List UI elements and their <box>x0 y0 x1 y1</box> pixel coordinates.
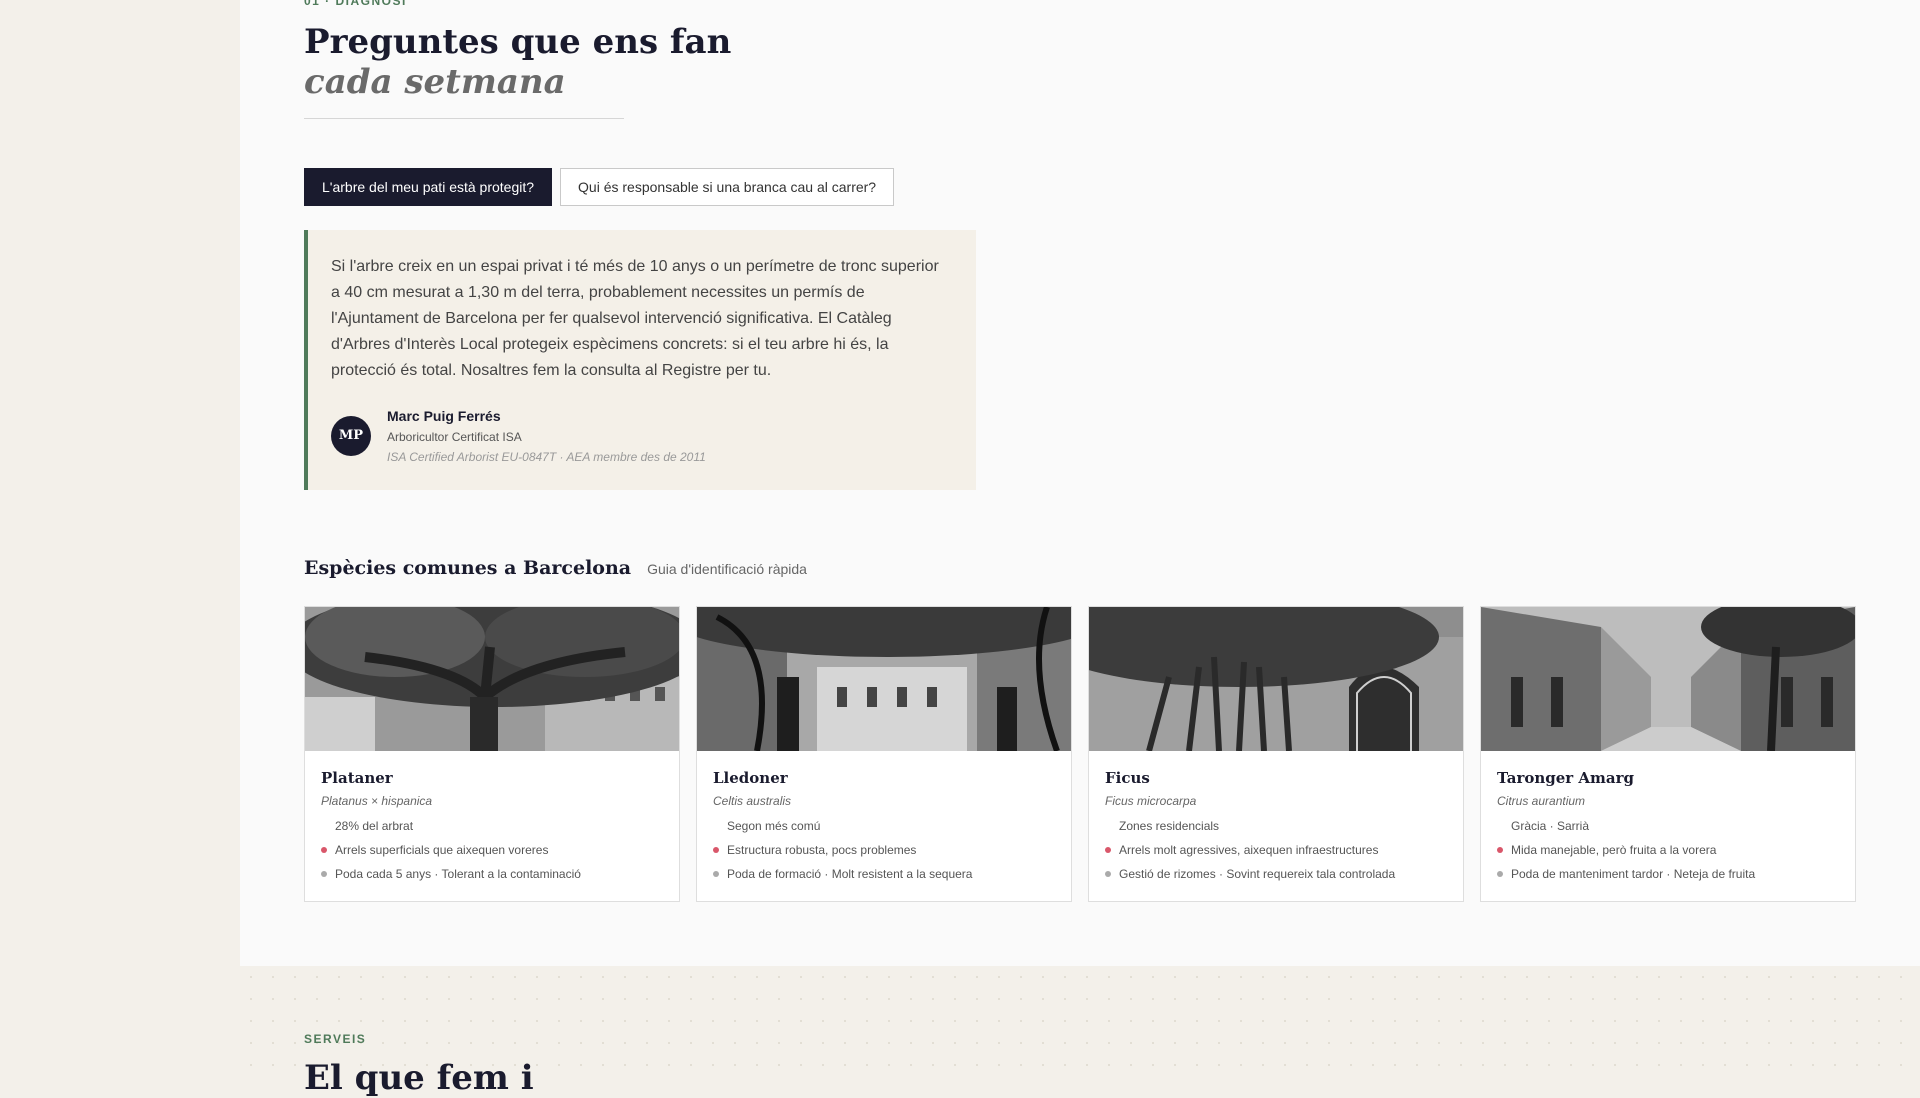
bullet-icon <box>1497 823 1503 829</box>
fact-text: Arrels molt agressives, aixequen infraes… <box>1119 843 1379 857</box>
tab-branch-responsibility[interactable]: Qui és responsable si una branca cau al … <box>560 168 895 206</box>
section-eyebrow: 01 · DIAGNOSI <box>304 0 407 8</box>
species-latin-name: Citrus aurantium <box>1497 794 1586 808</box>
answer-text: Si l'arbre creix en un espai privat i té… <box>331 258 939 379</box>
tab-tree-protected[interactable]: L'arbre del meu pati està protegit? <box>304 168 553 206</box>
services-eyebrow: SERVEIS <box>304 1032 367 1046</box>
species-photo <box>697 607 1071 751</box>
list-item: Arrels superficials que aixequen voreres <box>321 843 581 867</box>
species-photo <box>1089 607 1463 751</box>
species-latin-name: Platanus × hispanica <box>321 794 433 808</box>
services-title: El que fem i <box>304 1058 534 1098</box>
bullet-dot-icon <box>713 871 719 877</box>
species-latin-name: Celtis australis <box>713 794 792 808</box>
fact-text: Poda de formació · Molt resistent a la s… <box>727 867 973 881</box>
author-credentials: ISA Certified Arborist EU-0847T · AEA me… <box>387 450 706 464</box>
species-latin-name: Ficus microcarpa <box>1105 794 1197 808</box>
species-facts: Gràcia · Sarrià Mida manejable, però fru… <box>1497 819 1755 891</box>
species-card-citrus[interactable]: Taronger Amarg Citrus aurantium Gràcia ·… <box>1480 606 1856 902</box>
list-item: Zones residencials <box>1105 819 1395 843</box>
species-header: Espècies comunes a Barcelona Guia d'iden… <box>304 557 807 579</box>
species-name: Ficus <box>1105 769 1150 787</box>
species-facts: Segon més comú Estructura robusta, pocs … <box>713 819 972 891</box>
list-item: Poda de manteniment tardor · Neteja de f… <box>1497 867 1755 891</box>
fact-text: Poda de manteniment tardor · Neteja de f… <box>1511 867 1756 881</box>
warning-dot-icon <box>1105 847 1111 853</box>
fact-text: Mida manejable, però fruita a la vorera <box>1511 843 1717 857</box>
fact-text: Estructura robusta, pocs problemes <box>727 843 917 857</box>
species-photo <box>1481 607 1855 751</box>
bullet-icon <box>321 823 327 829</box>
question-tabs: L'arbre del meu pati està protegit? Qui … <box>304 168 895 206</box>
fact-text: Gestió de rizomes · Sovint requereix tal… <box>1119 867 1396 881</box>
species-name: Plataner <box>321 769 393 787</box>
section-title-italic: cada setmana <box>304 62 566 102</box>
title-divider <box>304 118 624 119</box>
list-item: Poda cada 5 anys · Tolerant a la contami… <box>321 867 581 891</box>
species-name: Lledoner <box>713 769 788 787</box>
fact-text: 28% del arbrat <box>335 819 414 833</box>
bullet-icon <box>1105 823 1111 829</box>
bullet-dot-icon <box>321 871 327 877</box>
warning-dot-icon <box>321 847 327 853</box>
fact-text: Segon més comú <box>727 819 821 833</box>
species-title: Espècies comunes a Barcelona <box>304 557 632 579</box>
section-title: Preguntes que ens fan <box>304 22 732 62</box>
species-name: Taronger Amarg <box>1497 769 1635 787</box>
species-facts: 28% del arbrat Arrels superficials que a… <box>321 819 581 891</box>
species-card-ficus[interactable]: Ficus Ficus microcarpa Zones residencial… <box>1088 606 1464 902</box>
services-section: SERVEIS El que fem i <box>240 966 1920 1098</box>
list-item: Mida manejable, però fruita a la vorera <box>1497 843 1755 867</box>
answer-panel: Si l'arbre creix en un espai privat i té… <box>304 230 976 490</box>
list-item: Gràcia · Sarrià <box>1497 819 1755 843</box>
species-facts: Zones residencials Arrels molt agressive… <box>1105 819 1395 891</box>
avatar: MP <box>331 416 371 456</box>
warning-dot-icon <box>1497 847 1503 853</box>
fact-text: Gràcia · Sarrià <box>1511 819 1590 833</box>
faq-section: 01 · DIAGNOSI Preguntes que ens fan cada… <box>240 0 1920 966</box>
list-item: Segon més comú <box>713 819 972 843</box>
species-photo <box>305 607 679 751</box>
author-name: Marc Puig Ferrés <box>387 408 501 424</box>
bullet-dot-icon <box>1497 871 1503 877</box>
list-item: Arrels molt agressives, aixequen infraes… <box>1105 843 1395 867</box>
warning-dot-icon <box>713 847 719 853</box>
fact-text: Zones residencials <box>1119 819 1220 833</box>
author-role: Arboricultor Certificat ISA <box>387 430 522 444</box>
list-item: 28% del arbrat <box>321 819 581 843</box>
list-item: Estructura robusta, pocs problemes <box>713 843 972 867</box>
species-subtitle: Guia d'identificació ràpida <box>647 561 807 577</box>
bullet-icon <box>713 823 719 829</box>
list-item: Gestió de rizomes · Sovint requereix tal… <box>1105 867 1395 891</box>
species-card-celtis[interactable]: Lledoner Celtis australis Segon més comú… <box>696 606 1072 902</box>
species-cards: Plataner Platanus × hispanica 28% del ar… <box>304 606 1856 902</box>
list-item: Poda de formació · Molt resistent a la s… <box>713 867 972 891</box>
species-card-platanus[interactable]: Plataner Platanus × hispanica 28% del ar… <box>304 606 680 902</box>
fact-text: Arrels superficials que aixequen voreres <box>335 843 549 857</box>
bullet-dot-icon <box>1105 871 1111 877</box>
fact-text: Poda cada 5 anys · Tolerant a la contami… <box>335 867 581 881</box>
